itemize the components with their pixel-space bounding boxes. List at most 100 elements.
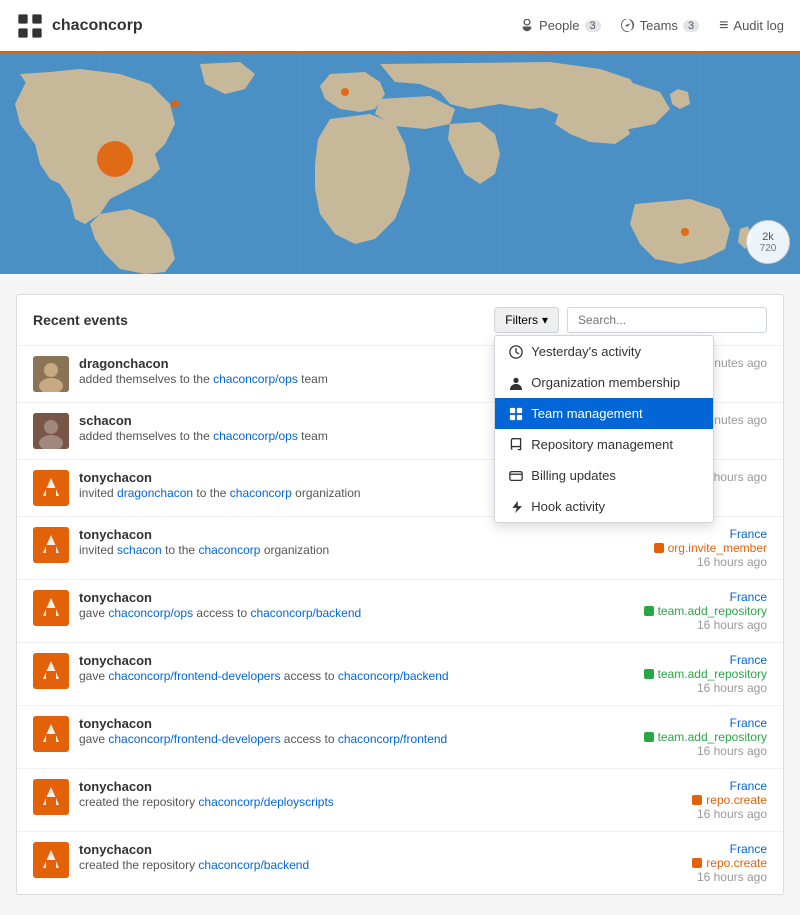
event-link[interactable]: chaconcorp/deployscripts: [198, 795, 333, 809]
org-name: chaconcorp: [52, 17, 143, 35]
world-map: 2k 720: [0, 54, 800, 274]
map-svg: [0, 54, 800, 274]
event-username: schacon: [79, 413, 132, 428]
clock-icon: [509, 345, 523, 359]
filter-repo-management[interactable]: Repository management: [495, 429, 713, 460]
map-dot-australia: [681, 228, 689, 236]
event-time: 16 hours ago: [644, 744, 767, 758]
event-link[interactable]: dragonchacon: [117, 486, 193, 500]
event-item: tonychacon invited schacon to the chacon…: [17, 517, 783, 580]
event-location[interactable]: France: [730, 527, 767, 541]
filter-hook[interactable]: Hook activity: [495, 491, 713, 522]
teams-nav-item[interactable]: Teams 3: [621, 18, 699, 33]
dropdown-yesterday-label: Yesterday's activity: [531, 344, 641, 359]
event-item: tonychacon gave chaconcorp/frontend-deve…: [17, 706, 783, 769]
billing-icon: [509, 469, 523, 483]
event-username: tonychacon: [79, 653, 152, 668]
avatar: [33, 716, 69, 752]
audit-log-label: Audit log: [733, 18, 784, 33]
event-link[interactable]: chaconcorp/ops: [108, 606, 193, 620]
logo[interactable]: chaconcorp: [16, 12, 143, 40]
action-label: repo.create: [706, 856, 767, 870]
events-header: Recent events Filters ▾ Yesterday's acti…: [17, 295, 783, 346]
event-action: team.add_repository: [644, 730, 767, 744]
event-location[interactable]: France: [730, 653, 767, 667]
event-body: tonychacon created the repository chacon…: [79, 842, 682, 874]
action-label: repo.create: [706, 793, 767, 807]
event-action: org.invite_member: [654, 541, 767, 555]
audit-log-nav-item[interactable]: ≡ Audit log: [719, 18, 784, 34]
avatar-img: [33, 356, 69, 392]
event-description: gave chaconcorp/ops access to chaconcorp…: [79, 605, 634, 622]
action-dot: [692, 858, 702, 868]
filter-yesterday[interactable]: Yesterday's activity: [495, 336, 713, 367]
event-link[interactable]: chaconcorp/frontend-developers: [108, 669, 280, 683]
people-icon: [520, 19, 534, 33]
event-link[interactable]: chaconcorp/frontend: [338, 732, 447, 746]
event-time: 16 hours ago: [692, 807, 767, 821]
repo-icon: [509, 438, 523, 452]
map-dot-large: [97, 141, 133, 177]
dropdown-team-label: Team management: [531, 406, 642, 421]
filter-button[interactable]: Filters ▾: [494, 307, 559, 333]
event-meta: France team.add_repository 16 hours ago: [644, 653, 767, 695]
filter-team-management[interactable]: Team management: [495, 398, 713, 429]
zoom-control[interactable]: 2k 720: [746, 220, 790, 264]
filter-org-membership[interactable]: Organization membership: [495, 367, 713, 398]
event-location[interactable]: France: [730, 779, 767, 793]
event-location[interactable]: France: [730, 590, 767, 604]
event-location[interactable]: France: [730, 716, 767, 730]
event-link[interactable]: chaconcorp/backend: [250, 606, 361, 620]
zap-icon: [509, 500, 523, 514]
event-item: tonychacon gave chaconcorp/ops access to…: [17, 580, 783, 643]
event-link[interactable]: chaconcorp/frontend-developers: [108, 732, 280, 746]
filter-caret-icon: ▾: [542, 313, 548, 327]
event-link[interactable]: chaconcorp: [198, 543, 260, 557]
header-nav: People 3 Teams 3 ≡ Audit log: [520, 18, 784, 34]
action-label: team.add_repository: [658, 604, 767, 618]
event-username: tonychacon: [79, 527, 152, 542]
avatar-icon: [33, 716, 69, 752]
event-meta: France repo.create 16 hours ago: [692, 779, 767, 821]
action-label: team.add_repository: [658, 730, 767, 744]
avatar: [33, 842, 69, 878]
filter-billing[interactable]: Billing updates: [495, 460, 713, 491]
avatar-icon: [33, 653, 69, 689]
dropdown-hook-label: Hook activity: [531, 499, 605, 514]
main-content: Recent events Filters ▾ Yesterday's acti…: [0, 274, 800, 915]
avatar: [33, 590, 69, 626]
filter-area: Filters ▾ Yesterday's activity Organizat…: [494, 307, 767, 333]
event-link[interactable]: chaconcorp/ops: [213, 372, 298, 386]
event-description: gave chaconcorp/frontend-developers acce…: [79, 731, 634, 748]
event-location[interactable]: France: [730, 842, 767, 856]
action-dot: [654, 543, 664, 553]
filter-dropdown-menu: Yesterday's activity Organization member…: [494, 335, 714, 523]
event-username: dragonchacon: [79, 356, 169, 371]
logo-icon: [16, 12, 44, 40]
action-label: org.invite_member: [668, 541, 767, 555]
avatar-icon: [33, 470, 69, 506]
event-action: team.add_repository: [644, 604, 767, 618]
people-nav-item[interactable]: People 3: [520, 18, 601, 33]
event-time: 16 hours ago: [654, 555, 767, 569]
event-link[interactable]: schacon: [117, 543, 162, 557]
events-title: Recent events: [33, 312, 484, 328]
action-dot: [644, 732, 654, 742]
event-item: tonychacon created the repository chacon…: [17, 769, 783, 832]
event-action: repo.create: [692, 793, 767, 807]
event-link[interactable]: chaconcorp/backend: [338, 669, 449, 683]
search-input[interactable]: [567, 307, 767, 333]
event-item: tonychacon created the repository chacon…: [17, 832, 783, 894]
event-link[interactable]: chaconcorp/ops: [213, 429, 298, 443]
teams-label: Teams: [640, 18, 678, 33]
person-icon: [509, 376, 523, 390]
avatar: [33, 527, 69, 563]
event-link[interactable]: chaconcorp: [230, 486, 292, 500]
people-label: People: [539, 18, 579, 33]
event-link[interactable]: chaconcorp/backend: [198, 858, 309, 872]
avatar-img: [33, 413, 69, 449]
event-body: tonychacon invited schacon to the chacon…: [79, 527, 644, 559]
filter-dropdown-wrapper: Filters ▾ Yesterday's activity Organizat…: [494, 307, 559, 333]
action-dot: [644, 606, 654, 616]
teams-count: 3: [683, 20, 699, 32]
